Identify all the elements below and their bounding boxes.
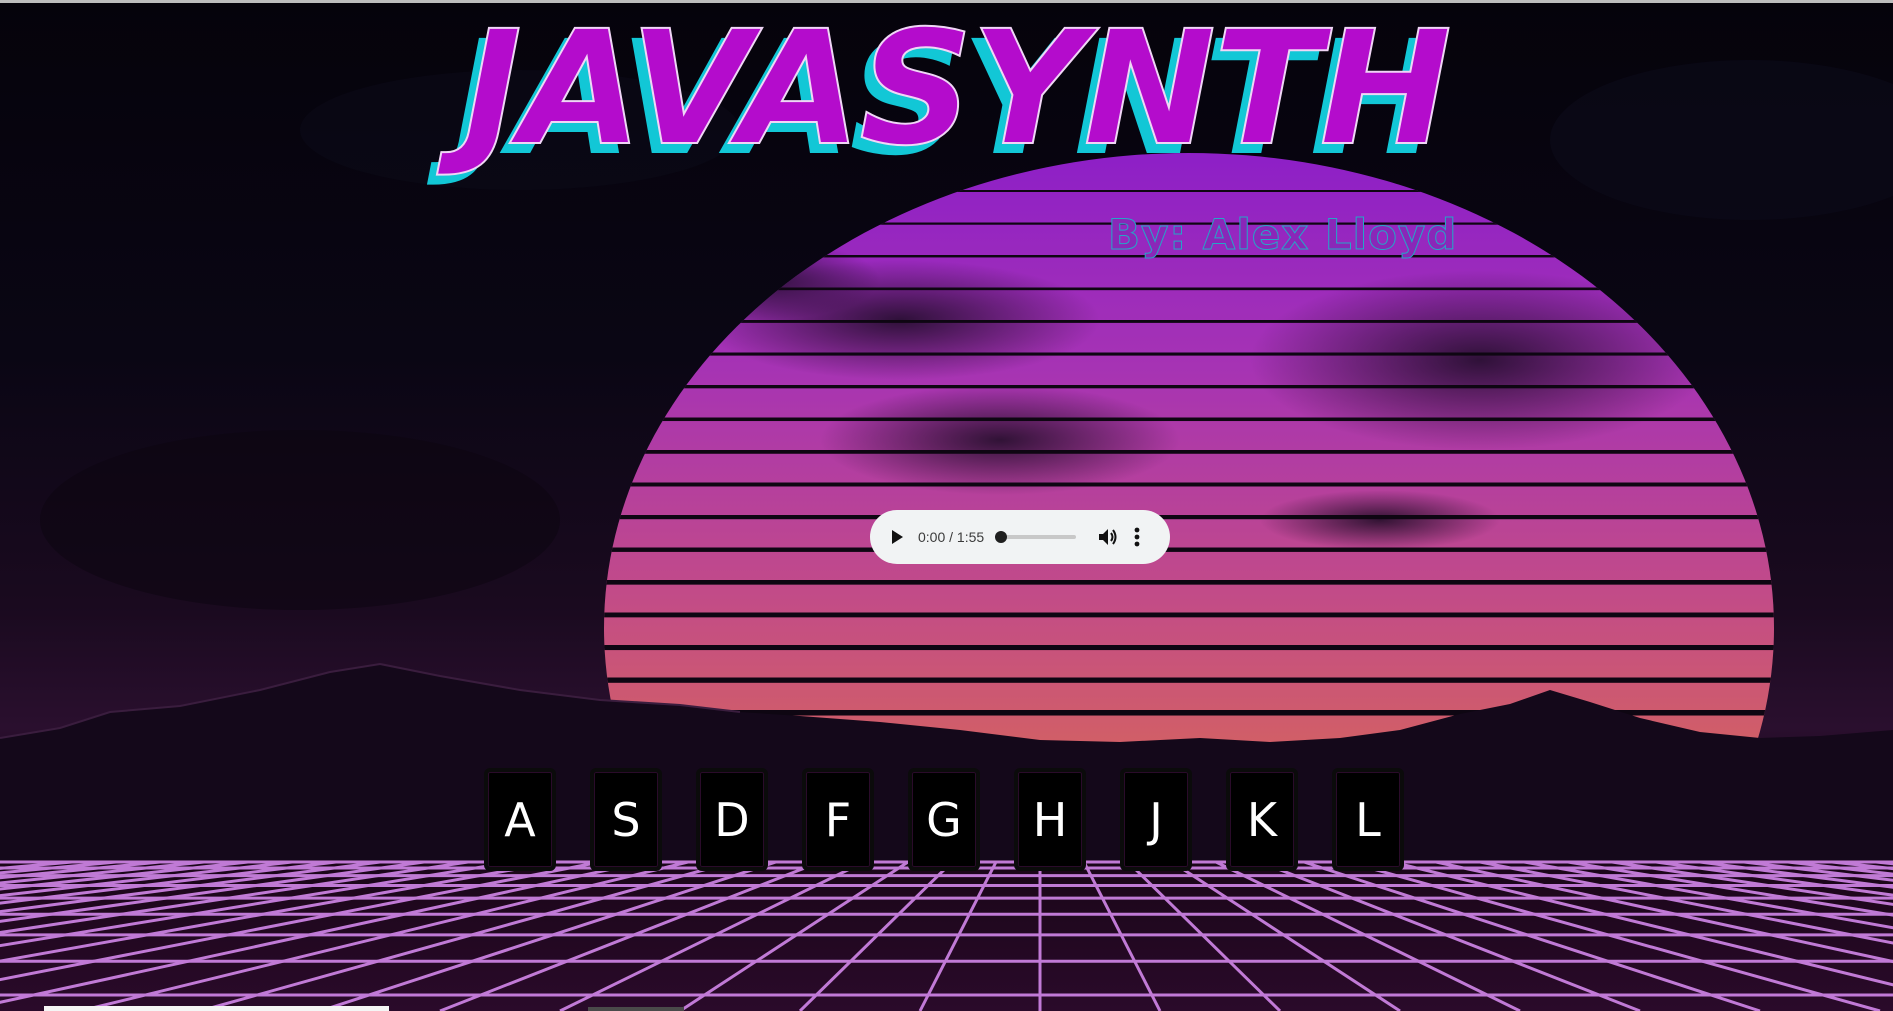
key-j[interactable]: J bbox=[1120, 768, 1192, 871]
sun-stripe bbox=[604, 287, 1774, 291]
sun-stripe bbox=[604, 450, 1774, 454]
sun-stripe bbox=[604, 352, 1774, 356]
key-a[interactable]: A bbox=[484, 768, 556, 871]
progress-thumb[interactable] bbox=[995, 531, 1008, 543]
sun-stripe bbox=[604, 645, 1774, 651]
sun-stripe bbox=[604, 580, 1774, 585]
key-h[interactable]: H bbox=[1014, 768, 1086, 871]
play-icon[interactable] bbox=[886, 526, 908, 548]
sun-stripe bbox=[604, 385, 1774, 389]
key-g[interactable]: G bbox=[908, 768, 980, 871]
synth-keyboard: A S D F G H J K L bbox=[484, 768, 1404, 871]
key-s[interactable]: S bbox=[590, 768, 662, 871]
audio-time-display: 0:00 / 1:55 bbox=[918, 529, 985, 545]
scrollbar-thumb[interactable] bbox=[588, 1007, 684, 1011]
app-title: JAVASYNTH bbox=[462, 0, 1453, 181]
page: JAVASYNTH By: Alex Lloyd 0:00 / 1:55 A S… bbox=[0, 0, 1893, 1011]
sun-stripe bbox=[604, 320, 1774, 323]
key-f[interactable]: F bbox=[802, 768, 874, 871]
horizontal-scrollbar[interactable] bbox=[44, 1006, 389, 1011]
key-k[interactable]: K bbox=[1226, 768, 1298, 871]
more-options-icon[interactable] bbox=[1128, 525, 1146, 549]
volume-icon[interactable] bbox=[1096, 525, 1120, 549]
key-d[interactable]: D bbox=[696, 768, 768, 871]
author-byline: By: Alex Lloyd bbox=[1107, 210, 1458, 260]
sun-stripe bbox=[604, 612, 1774, 618]
sun-stripe bbox=[604, 677, 1774, 683]
sun-stripe bbox=[604, 547, 1774, 552]
audio-player[interactable]: 0:00 / 1:55 bbox=[870, 510, 1170, 564]
sun-stripe bbox=[604, 482, 1774, 487]
sun-stripe bbox=[604, 417, 1774, 422]
audio-progress-slider[interactable] bbox=[995, 531, 1077, 543]
key-l[interactable]: L bbox=[1332, 768, 1404, 871]
sun-stripe bbox=[604, 515, 1774, 520]
